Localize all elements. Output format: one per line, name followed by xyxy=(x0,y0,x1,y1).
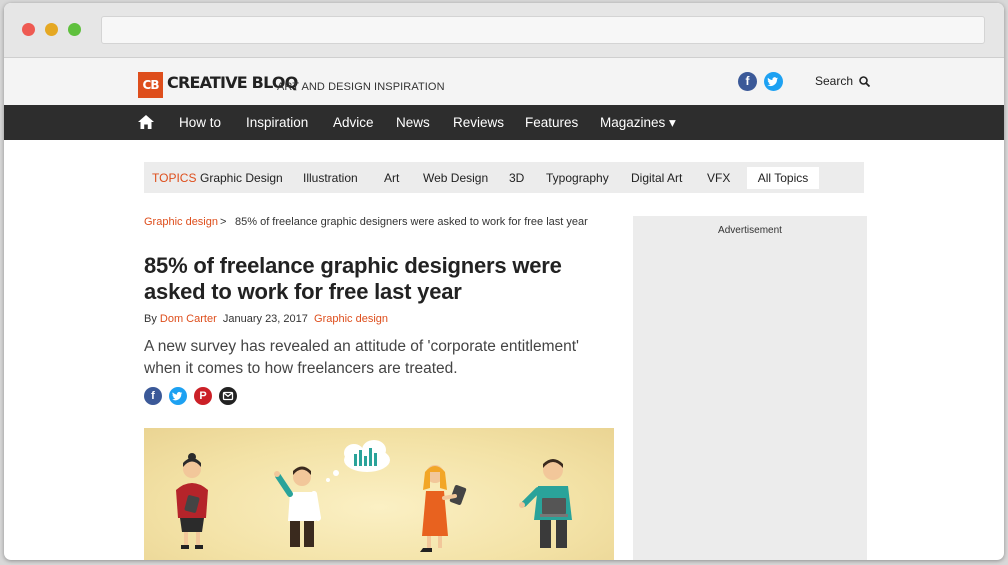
all-topics-button[interactable]: All Topics xyxy=(747,167,819,189)
browser-chrome xyxy=(4,3,1004,58)
article-standfirst: A new survey has revealed an attitude of… xyxy=(144,338,580,377)
advertisement-label: Advertisement xyxy=(718,225,782,236)
share-facebook-icon[interactable]: f xyxy=(144,387,162,405)
nav-item-how-to[interactable]: How to xyxy=(179,115,221,131)
breadcrumb-separator: > xyxy=(220,216,227,228)
topics-bar: TOPICS Graphic Design Illustration Art W… xyxy=(144,162,864,193)
home-icon[interactable] xyxy=(138,115,154,129)
minimize-window-button[interactable] xyxy=(45,23,58,36)
category-link[interactable]: Graphic design xyxy=(314,313,388,325)
nav-item-magazines[interactable]: Magazines ▾ xyxy=(600,115,676,131)
maximize-window-button[interactable] xyxy=(68,23,81,36)
nav-item-advice[interactable]: Advice xyxy=(333,115,374,131)
topic-digital-art[interactable]: Digital Art xyxy=(631,171,682,185)
topic-3d[interactable]: 3D xyxy=(509,171,524,185)
nav-item-news[interactable]: News xyxy=(396,115,430,131)
share-email-icon[interactable] xyxy=(219,387,237,405)
author-link[interactable]: Dom Carter xyxy=(160,313,217,325)
logo-badge[interactable]: CB xyxy=(138,72,163,98)
person-illustration xyxy=(274,466,321,547)
main-nav: How to Inspiration Advice News Reviews F… xyxy=(4,105,1004,140)
site-tagline: ART AND DESIGN INSPIRATION xyxy=(277,81,445,93)
article-hero-illustration xyxy=(144,428,614,560)
breadcrumb-current: 85% of freelance graphic designers were … xyxy=(235,216,588,228)
twitter-icon[interactable] xyxy=(764,72,783,91)
search-icon[interactable] xyxy=(859,76,870,87)
topic-graphic-design[interactable]: Graphic Design xyxy=(200,171,283,185)
close-window-button[interactable] xyxy=(22,23,35,36)
article-byline: By Dom Carter January 23, 2017 Graphic d… xyxy=(144,313,388,325)
thought-cloud-icon xyxy=(326,440,390,482)
search-button[interactable]: Search xyxy=(815,74,853,88)
topic-vfx[interactable]: VFX xyxy=(707,171,730,185)
person-illustration xyxy=(176,453,208,549)
address-bar[interactable] xyxy=(101,16,985,44)
advertisement-slot[interactable]: Advertisement xyxy=(633,216,867,560)
share-twitter-icon[interactable] xyxy=(169,387,187,405)
topic-web-design[interactable]: Web Design xyxy=(423,171,488,185)
browser-window: CB CREATIVE BLOQ ART AND DESIGN INSPIRAT… xyxy=(4,3,1004,560)
topic-illustration[interactable]: Illustration xyxy=(303,171,358,185)
person-illustration xyxy=(519,459,572,548)
share-pinterest-icon[interactable]: P xyxy=(194,387,212,405)
site-header: CB CREATIVE BLOQ ART AND DESIGN INSPIRAT… xyxy=(4,58,1004,105)
topics-label: TOPICS xyxy=(152,171,197,185)
topic-art[interactable]: Art xyxy=(384,171,399,185)
nav-item-reviews[interactable]: Reviews xyxy=(453,115,504,131)
nav-item-inspiration[interactable]: Inspiration xyxy=(246,115,308,131)
article-headline: 85% of freelance graphic designers were … xyxy=(144,253,562,304)
topic-typography[interactable]: Typography xyxy=(546,171,609,185)
breadcrumb-link[interactable]: Graphic design xyxy=(144,216,218,228)
nav-item-features[interactable]: Features xyxy=(525,115,578,131)
facebook-icon[interactable]: f xyxy=(738,72,757,91)
publish-date: January 23, 2017 xyxy=(222,313,308,325)
byline-prefix: By xyxy=(144,313,157,325)
person-illustration xyxy=(420,465,467,552)
